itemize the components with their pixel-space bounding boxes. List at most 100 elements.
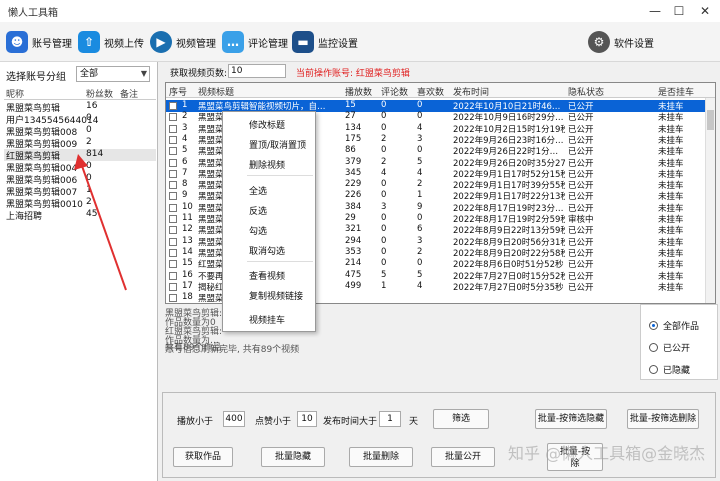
toolbar-video-button[interactable]: ▶ 视频管理 bbox=[150, 30, 216, 54]
column-header: 播放数 bbox=[345, 88, 373, 98]
row-checkbox[interactable] bbox=[169, 124, 177, 133]
account-panel: 选择账号分组 全部 ▼ 昵称 粉丝数 备注 黑盟菜鸟剪辑 16 用户13455456… bbox=[0, 62, 158, 481]
cell-no: 18 bbox=[182, 292, 193, 303]
account-fans: 0 bbox=[86, 113, 92, 123]
cell-no: 11 bbox=[182, 213, 193, 223]
row-checkbox[interactable] bbox=[169, 271, 177, 280]
menu-item-view-video[interactable]: 查看视频 bbox=[249, 269, 285, 282]
row-checkbox[interactable] bbox=[169, 158, 177, 167]
batch-hide-button[interactable]: 批量隐藏 bbox=[261, 447, 325, 467]
radio-public[interactable]: 已公开 bbox=[649, 341, 690, 354]
cell-no: 5 bbox=[182, 145, 188, 156]
row-checkbox[interactable] bbox=[169, 237, 177, 246]
cell-comments: 0 bbox=[381, 224, 387, 235]
cell-no: 12 bbox=[182, 224, 193, 235]
account-row[interactable]: 用户1345545644014 0 bbox=[4, 113, 156, 126]
menu-item-pin[interactable]: 置顶/取消置顶 bbox=[249, 138, 306, 151]
row-checkbox[interactable] bbox=[169, 192, 177, 201]
cell-comments: 0 bbox=[381, 235, 387, 246]
cell-time: 2022年9月26日20时35分27秒 bbox=[453, 158, 565, 169]
account-row[interactable]: 黑盟菜鸟剪辑008 0 bbox=[4, 125, 156, 138]
column-header: 粉丝数 bbox=[86, 90, 114, 100]
account-row[interactable]: 上海招聘 45 bbox=[4, 209, 156, 222]
account-row[interactable]: 黑盟菜鸟剪辑 16 bbox=[4, 101, 156, 114]
row-checkbox[interactable] bbox=[169, 113, 177, 122]
toolbar-monitor-button[interactable]: ▬ 监控设置 bbox=[292, 30, 358, 54]
account-row[interactable]: 黑盟菜鸟剪辑009 2 bbox=[4, 137, 156, 150]
row-checkbox[interactable] bbox=[169, 282, 177, 291]
account-fans: 814 bbox=[86, 149, 104, 159]
maximize-icon[interactable]: ☐ bbox=[668, 2, 690, 20]
cell-plays: 27 bbox=[345, 111, 356, 122]
menu-item-copy-link[interactable]: 复制视频链接 bbox=[249, 289, 303, 302]
account-row[interactable]: 黑盟菜鸟剪辑007 1 bbox=[4, 185, 156, 198]
group-select[interactable]: 全部 ▼ bbox=[76, 66, 150, 82]
filter-button[interactable]: 筛选 bbox=[433, 409, 489, 429]
batch-hide-filtered-button[interactable]: 批量-按筛选隐藏 bbox=[535, 409, 607, 429]
account-row[interactable]: 黑盟菜鸟剪辑006 0 bbox=[4, 173, 156, 186]
cell-no: 8 bbox=[182, 179, 188, 190]
row-checkbox[interactable] bbox=[169, 260, 177, 269]
toolbar-upload-button[interactable]: ⇧ 视频上传 bbox=[78, 30, 144, 54]
account-fans: 0 bbox=[86, 125, 92, 135]
row-checkbox[interactable] bbox=[169, 248, 177, 257]
cell-plays: 353 bbox=[345, 246, 362, 257]
cell-likes: 3 bbox=[417, 235, 423, 246]
cell-plays: 294 bbox=[345, 235, 362, 246]
cell-time: 2022年10月2日15时1分19秒 bbox=[453, 124, 565, 135]
radio-hidden[interactable]: 已隐藏 bbox=[649, 363, 690, 376]
cell-time: 2022年9月26日22时1分… bbox=[453, 147, 559, 158]
cell-cart: 未挂车 bbox=[658, 113, 684, 124]
vertical-scrollbar[interactable] bbox=[705, 98, 715, 303]
cell-likes: 3 bbox=[417, 133, 423, 144]
toolbar-comment-button[interactable]: … 评论管理 bbox=[222, 30, 288, 54]
row-checkbox[interactable] bbox=[169, 135, 177, 144]
fetch-pages-input[interactable]: 10 bbox=[228, 64, 286, 78]
fetch-works-button[interactable]: 获取作品 bbox=[173, 447, 233, 467]
menu-item-edit-title[interactable]: 修改标题 bbox=[249, 118, 285, 131]
menu-item-invert-selection[interactable]: 反选 bbox=[249, 204, 267, 217]
batch-public-button[interactable]: 批量公开 bbox=[431, 447, 495, 467]
cell-time: 2022年7月27日0时5分35秒 bbox=[453, 282, 564, 293]
cell-no: 14 bbox=[182, 246, 193, 257]
scrollbar-thumb[interactable] bbox=[707, 110, 714, 130]
cell-time: 2022年10月10日21时46… bbox=[453, 102, 561, 112]
cell-likes: 0 bbox=[417, 145, 423, 156]
column-header: 评论数 bbox=[381, 88, 409, 98]
account-row[interactable]: 黑盟菜鸟剪辑004 0 bbox=[4, 161, 156, 174]
close-icon[interactable]: ✕ bbox=[694, 2, 716, 20]
row-checkbox[interactable] bbox=[169, 215, 177, 223]
menu-divider bbox=[247, 261, 313, 262]
cell-privacy: 已公开 bbox=[568, 237, 594, 248]
toolbar-settings-button[interactable]: ⚙ 软件设置 bbox=[588, 30, 654, 54]
row-checkbox[interactable] bbox=[169, 169, 177, 178]
row-checkbox[interactable] bbox=[169, 102, 177, 110]
minimize-icon[interactable]: — bbox=[644, 2, 666, 20]
plays-less-label: 播放小于 bbox=[177, 417, 214, 427]
row-checkbox[interactable] bbox=[169, 147, 177, 156]
account-row[interactable]: 黑盟菜鸟剪辑0010 2 bbox=[4, 197, 156, 210]
menu-item-delete-video[interactable]: 删除视频 bbox=[249, 158, 285, 171]
batch-delete-filtered-button[interactable]: 批量-按筛选删除 bbox=[627, 409, 699, 429]
cell-time: 2022年9月26日23时16分… bbox=[453, 135, 564, 146]
account-list-header: 昵称 粉丝数 备注 bbox=[4, 86, 156, 100]
batch-delete-button[interactable]: 批量删除 bbox=[349, 447, 413, 467]
cell-no: 15 bbox=[182, 258, 193, 269]
cell-likes: 2 bbox=[417, 179, 423, 190]
radio-all-works[interactable]: 全部作品 bbox=[649, 319, 699, 332]
account-row[interactable]: 红盟菜鸟剪辑 814 bbox=[4, 149, 156, 162]
row-checkbox[interactable] bbox=[169, 294, 177, 303]
menu-item-select-all[interactable]: 全选 bbox=[249, 184, 267, 197]
cell-time: 2022年9月1日17时52分15秒 bbox=[453, 169, 565, 180]
menu-item-uncheck[interactable]: 取消勾选 bbox=[249, 244, 285, 257]
cell-likes: 0 bbox=[417, 111, 423, 122]
toolbar-account-button[interactable]: ☻ 账号管理 bbox=[6, 30, 72, 54]
menu-item-check[interactable]: 勾选 bbox=[249, 224, 267, 237]
row-checkbox[interactable] bbox=[169, 181, 177, 190]
row-checkbox[interactable] bbox=[169, 203, 177, 212]
likes-less-input[interactable]: 10 bbox=[297, 411, 317, 427]
plays-less-input[interactable]: 400 bbox=[223, 411, 245, 427]
publish-days-input[interactable]: 1 bbox=[379, 411, 401, 427]
row-checkbox[interactable] bbox=[169, 226, 177, 235]
toolbar-label: 软件设置 bbox=[614, 38, 654, 50]
